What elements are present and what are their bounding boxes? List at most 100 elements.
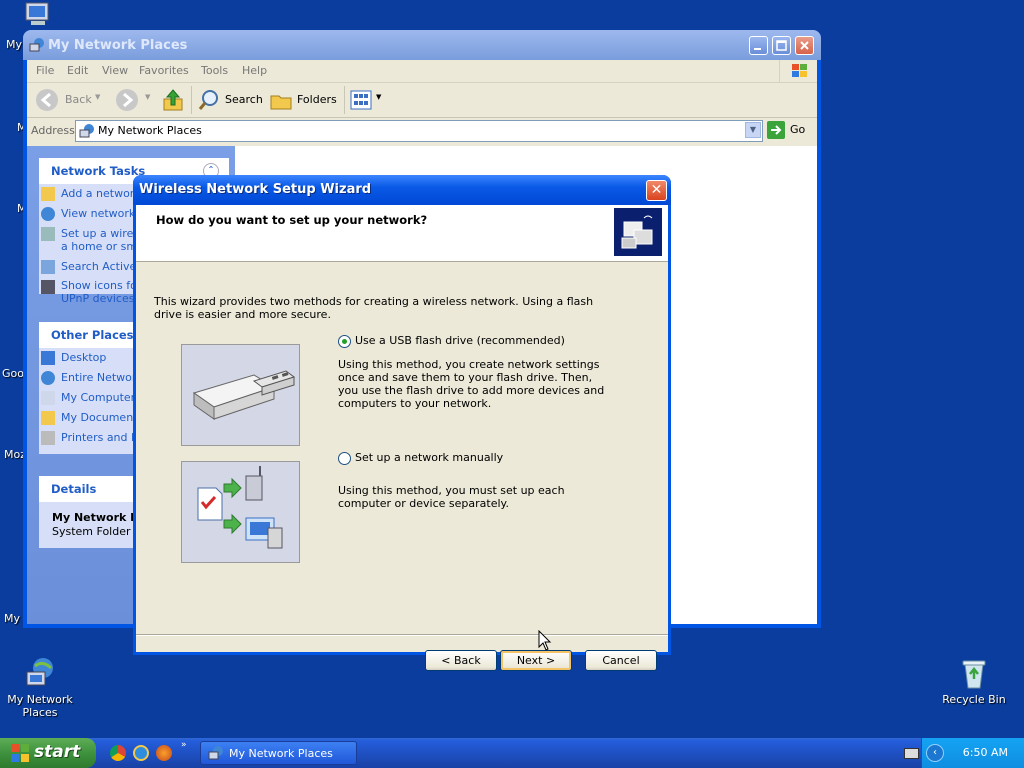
chevron-down-icon: ▼ xyxy=(95,93,101,101)
forward-button[interactable]: ▼ xyxy=(115,88,151,112)
up-folder-icon xyxy=(163,89,183,111)
computer-icon xyxy=(41,391,55,405)
usb-option-radio[interactable] xyxy=(338,335,351,348)
go-button[interactable]: Go xyxy=(767,120,817,140)
mouse-cursor-icon xyxy=(538,629,552,652)
usb-flash-drive-image xyxy=(181,344,300,446)
views-button[interactable]: ▼ xyxy=(349,88,385,112)
desktop-icon-label: Recycle Bin xyxy=(942,693,1006,706)
desktop-icon-label: My Network Places xyxy=(7,693,73,719)
back-button[interactable]: Back ▼ xyxy=(33,88,101,112)
toolbar-separator xyxy=(344,86,345,114)
go-label: Go xyxy=(790,123,806,136)
address-bar: Address My Network Places ▼ Go xyxy=(27,118,817,144)
menu-edit[interactable]: Edit xyxy=(67,64,88,77)
address-label: Address xyxy=(31,124,75,137)
chevron-down-icon: ▼ xyxy=(145,93,151,101)
desktop-icon-label-partial: Goo xyxy=(2,367,24,380)
address-input[interactable]: My Network Places ▼ xyxy=(75,120,763,142)
upnp-device-icon xyxy=(41,280,55,294)
taskbar-item-my-network-places[interactable]: My Network Places xyxy=(200,741,357,765)
wireless-icon xyxy=(41,227,55,241)
back-label: Back xyxy=(65,93,92,106)
add-network-place-icon xyxy=(41,187,55,201)
firefox-icon[interactable] xyxy=(156,745,172,761)
wireless-setup-wizard-dialog: Wireless Network Setup Wizard ✕ How do y… xyxy=(133,175,671,671)
up-folder-button[interactable] xyxy=(161,87,187,113)
forward-arrow-icon xyxy=(116,89,138,111)
desktop-icon-label-partial: My xyxy=(6,38,23,51)
explorer-title-bar[interactable]: My Network Places xyxy=(23,30,821,60)
next-button[interactable]: Next > xyxy=(500,650,572,671)
wizard-client: How do you want to set up your network? … xyxy=(136,205,668,671)
views-icon xyxy=(350,90,372,110)
manual-option-label[interactable]: Set up a network manually xyxy=(355,451,503,464)
wizard-body: This wizard provides two methods for cre… xyxy=(136,262,668,630)
explorer-title: My Network Places xyxy=(48,38,188,53)
menu-help[interactable]: Help xyxy=(242,64,267,77)
manual-setup-image xyxy=(181,461,300,563)
network-connections-icon xyxy=(41,207,55,221)
wizard-header: How do you want to set up your network? xyxy=(136,205,668,262)
wizard-title-bar[interactable]: Wireless Network Setup Wizard ✕ xyxy=(133,175,671,205)
search-button[interactable]: Search xyxy=(197,88,263,112)
search-icon xyxy=(198,90,218,110)
desktop-icon-recycle-bin[interactable]: Recycle Bin xyxy=(936,656,1012,706)
explorer-toolbar: Back ▼ ▼ Search Folders ▼ xyxy=(27,83,817,118)
desktop-icon xyxy=(41,351,55,365)
start-button[interactable]: start xyxy=(0,738,96,768)
internet-explorer-icon[interactable] xyxy=(133,745,149,761)
system-tray: ‹ 6:50 AM xyxy=(904,738,1024,768)
keyboard-icon[interactable] xyxy=(904,748,919,759)
maximize-button[interactable] xyxy=(772,36,791,55)
recycle-bin-icon xyxy=(957,656,991,690)
network-places-icon xyxy=(23,656,57,690)
go-arrow-icon xyxy=(767,121,785,139)
menu-favorites[interactable]: Favorites xyxy=(139,64,189,77)
show-hidden-icons-button[interactable]: ‹ xyxy=(926,744,944,762)
globe-icon xyxy=(41,371,55,385)
clock[interactable]: 6:50 AM xyxy=(963,746,1008,759)
documents-folder-icon xyxy=(41,411,55,425)
wireless-network-header-icon xyxy=(614,208,662,256)
desktop-icon-my-network-places[interactable]: My Network Places xyxy=(2,656,78,719)
windows-flag-icon xyxy=(11,744,29,762)
network-places-icon xyxy=(79,124,94,138)
wizard-title: Wireless Network Setup Wizard xyxy=(139,182,372,197)
address-dropdown-button[interactable]: ▼ xyxy=(745,122,761,138)
network-places-icon xyxy=(208,746,223,760)
search-directory-icon xyxy=(41,260,55,274)
taskbar-item-label: My Network Places xyxy=(229,747,333,760)
wizard-close-button[interactable]: ✕ xyxy=(646,180,667,201)
chrome-icon[interactable] xyxy=(110,745,126,761)
folders-button[interactable]: Folders xyxy=(269,88,339,112)
wizard-button-separator xyxy=(136,634,668,636)
quick-launch-chevron-icon[interactable]: » xyxy=(181,740,187,750)
windows-logo-icon xyxy=(779,60,820,82)
back-arrow-icon xyxy=(36,89,58,111)
cancel-button[interactable]: Cancel xyxy=(585,650,657,671)
close-icon: ✕ xyxy=(650,182,663,198)
folders-icon xyxy=(270,95,292,110)
network-tasks-title: Network Tasks xyxy=(51,164,146,178)
manual-network-setup-icon xyxy=(197,466,283,549)
manual-option-radio[interactable] xyxy=(338,452,351,465)
menu-bar: File Edit View Favorites Tools Help xyxy=(27,60,817,83)
back-button[interactable]: < Back xyxy=(425,650,497,671)
address-value: My Network Places xyxy=(98,124,202,137)
taskbar: start » My Network Places ‹ 6:50 AM xyxy=(0,738,1024,768)
usb-flash-drive-icon xyxy=(192,370,296,420)
usb-option-label[interactable]: Use a USB flash drive (recommended) xyxy=(355,334,565,347)
minimize-button[interactable] xyxy=(749,36,768,55)
toolbar-separator xyxy=(191,86,192,114)
menu-tools[interactable]: Tools xyxy=(201,64,228,77)
menu-file[interactable]: File xyxy=(36,64,54,77)
close-button[interactable] xyxy=(795,36,814,55)
usb-option-description: Using this method, you create network se… xyxy=(338,358,605,410)
menu-view[interactable]: View xyxy=(102,64,128,77)
my-computer-icon[interactable] xyxy=(22,2,54,28)
wizard-intro: This wizard provides two methods for cre… xyxy=(154,295,594,321)
wizard-question: How do you want to set up your network? xyxy=(156,213,428,227)
printer-icon xyxy=(41,431,55,445)
network-places-icon xyxy=(29,37,45,53)
